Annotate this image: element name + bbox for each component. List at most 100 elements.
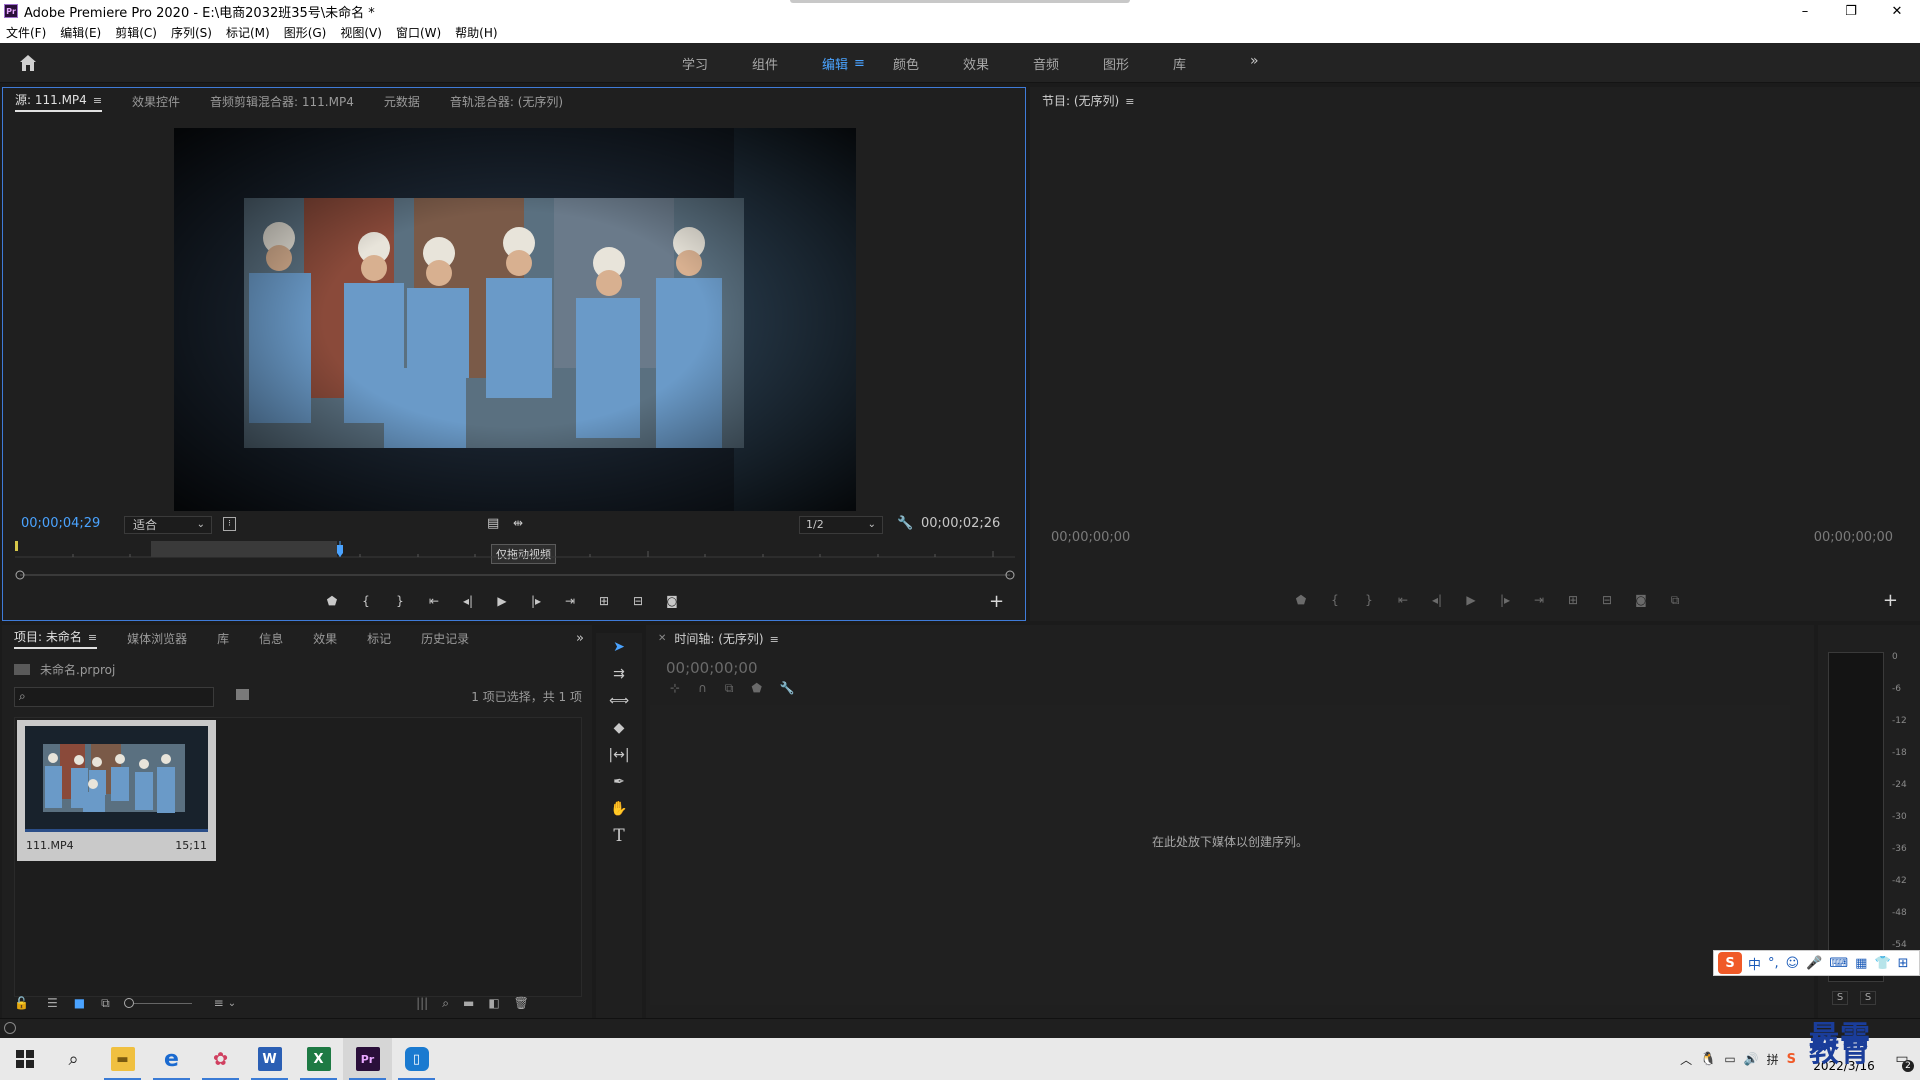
- menu-file[interactable]: 文件(F): [6, 24, 46, 41]
- button-editor-add[interactable]: +: [989, 591, 1004, 612]
- ime-punctuation-icon[interactable]: °,: [1768, 956, 1779, 971]
- extract-icon[interactable]: ⊟: [1597, 592, 1617, 608]
- ripple-edit-tool-icon[interactable]: ⟺: [596, 687, 642, 714]
- workspace-tab-effects[interactable]: 效果: [941, 54, 1011, 73]
- panel-menu-icon[interactable]: ≡: [1125, 95, 1134, 108]
- step-back-icon[interactable]: ◂|: [1427, 592, 1447, 608]
- ime-toolbar[interactable]: S 中 °, ☺ 🎤 ⌨ ▦ 👕 ⊞: [1713, 950, 1920, 976]
- menu-view[interactable]: 视图(V): [340, 24, 382, 41]
- workspace-tab-libraries[interactable]: 库: [1151, 54, 1208, 73]
- find-icon[interactable]: ⌕: [442, 996, 449, 1011]
- wrench-icon[interactable]: 🔧: [780, 681, 795, 696]
- home-icon[interactable]: [18, 53, 38, 73]
- film-icon[interactable]: ▤: [487, 516, 499, 531]
- type-tool-icon[interactable]: T: [596, 822, 642, 849]
- tab-effects[interactable]: 效果: [313, 630, 337, 647]
- tab-media-browser[interactable]: 媒体浏览器: [127, 630, 187, 647]
- panel-overflow-button[interactable]: »: [576, 631, 584, 646]
- solo-left-button[interactable]: S: [1832, 991, 1848, 1005]
- zoom-slider[interactable]: [123, 998, 194, 1008]
- tab-timeline[interactable]: 时间轴: (无序列) ≡: [674, 630, 778, 647]
- mark-out-icon[interactable]: }: [1359, 592, 1379, 608]
- network-icon[interactable]: ▭: [1724, 1052, 1735, 1066]
- lift-icon[interactable]: ⊞: [1563, 592, 1583, 608]
- ime-keyboard-icon[interactable]: ⌨: [1829, 956, 1848, 971]
- program-timecode-left[interactable]: 00;00;00;00: [1051, 530, 1130, 545]
- tab-libraries[interactable]: 库: [217, 630, 229, 647]
- menu-sequence[interactable]: 序列(S): [171, 24, 212, 41]
- selection-tool-icon[interactable]: ➤: [596, 633, 642, 660]
- menu-graphics[interactable]: 图形(G): [284, 24, 327, 41]
- camera-icon[interactable]: ◙: [1631, 592, 1651, 608]
- tray-overflow-icon[interactable]: ︿: [1680, 1051, 1692, 1068]
- sogou-logo-icon[interactable]: S: [1718, 952, 1742, 974]
- zoom-fit-select[interactable]: 适合 ⌄: [124, 516, 212, 534]
- mark-out-icon[interactable]: }: [390, 593, 410, 609]
- timeline-drop-area[interactable]: [650, 705, 1790, 1005]
- zoom-slider-thumb[interactable]: [123, 998, 134, 1008]
- automate-to-sequence-icon[interactable]: |||: [416, 996, 428, 1010]
- track-select-tool-icon[interactable]: ⇉: [596, 660, 642, 687]
- go-to-out-icon[interactable]: ⇥: [1529, 592, 1549, 608]
- nest-icon[interactable]: ⊹: [670, 681, 680, 696]
- list-view-icon[interactable]: ☰: [47, 996, 58, 1010]
- workspace-menu-icon[interactable]: ≡: [854, 56, 865, 71]
- ime-menu-icon[interactable]: ⊞: [1898, 956, 1909, 971]
- step-forward-icon[interactable]: |▸: [1495, 592, 1515, 608]
- tab-info[interactable]: 信息: [259, 630, 283, 647]
- workspace-tab-graphics[interactable]: 图形: [1081, 54, 1151, 73]
- menu-clip[interactable]: 剪辑(C): [115, 24, 157, 41]
- razor-tool-icon[interactable]: ◆: [596, 714, 642, 741]
- title-drag-handle[interactable]: [790, 0, 1130, 3]
- ime-emoji-icon[interactable]: ☺: [1786, 956, 1800, 971]
- ime-chinese-mode[interactable]: 中: [1748, 954, 1761, 973]
- slip-tool-icon[interactable]: |↔|: [596, 741, 642, 768]
- volume-icon[interactable]: 🔊: [1744, 1052, 1759, 1066]
- linked-selection-icon[interactable]: ⧉: [725, 681, 734, 696]
- freeform-view-icon[interactable]: ⧉: [101, 996, 110, 1011]
- workspace-tab-learn[interactable]: 学习: [660, 54, 730, 73]
- new-bin-icon[interactable]: ▬: [463, 996, 474, 1010]
- mark-in-icon[interactable]: {: [356, 593, 376, 609]
- minimize-button[interactable]: –: [1782, 0, 1828, 22]
- hand-tool-icon[interactable]: ✋: [596, 795, 642, 822]
- ime-tray-icon[interactable]: 拼: [1767, 1051, 1779, 1068]
- tab-project[interactable]: 项目: 未命名 ≡: [14, 628, 98, 649]
- taskbar-search-button[interactable]: ⌕: [49, 1038, 98, 1080]
- step-back-icon[interactable]: ◂|: [458, 593, 478, 609]
- menu-edit[interactable]: 编辑(E): [60, 24, 101, 41]
- project-bin-area[interactable]: 111.MP4 15;11: [14, 717, 582, 997]
- tab-markers[interactable]: 标记: [367, 630, 391, 647]
- play-icon[interactable]: ▶: [1461, 592, 1481, 608]
- sogou-tray-icon[interactable]: S: [1787, 1052, 1796, 1067]
- mark-in-icon[interactable]: {: [1325, 592, 1345, 608]
- panel-menu-icon[interactable]: ≡: [93, 94, 102, 107]
- qq-icon[interactable]: 🐧: [1700, 1052, 1716, 1067]
- insert-clip-icon[interactable]: ⁝: [223, 517, 236, 531]
- compare-icon[interactable]: ⧉: [1665, 592, 1685, 608]
- notification-icon[interactable]: ▭ 2: [1884, 1038, 1920, 1080]
- ime-skin-icon[interactable]: 👕: [1874, 956, 1890, 971]
- timeline-timecode[interactable]: 00;00;00;00: [666, 659, 758, 677]
- waveform-icon[interactable]: ⇹: [513, 516, 523, 530]
- zoom-scrollbar-track[interactable]: [15, 568, 1015, 582]
- project-item-111mp4[interactable]: 111.MP4 15;11: [17, 720, 216, 861]
- go-to-out-icon[interactable]: ⇥: [560, 593, 580, 609]
- snap-icon[interactable]: ∩: [698, 681, 707, 696]
- tab-audio-clip-mixer[interactable]: 音频剪辑混合器: 111.MP4: [210, 93, 354, 110]
- menu-help[interactable]: 帮助(H): [455, 24, 497, 41]
- restore-button[interactable]: ❐: [1828, 0, 1874, 22]
- go-to-in-icon[interactable]: ⇤: [1393, 592, 1413, 608]
- taskbar-app-paint[interactable]: ✿: [196, 1038, 245, 1080]
- overwrite-icon[interactable]: ⊟: [628, 593, 648, 609]
- tab-metadata[interactable]: 元数据: [384, 93, 420, 110]
- close-icon[interactable]: ✕: [658, 633, 666, 644]
- step-forward-icon[interactable]: |▸: [526, 593, 546, 609]
- panel-menu-icon[interactable]: ≡: [88, 631, 97, 644]
- solo-right-button[interactable]: S: [1860, 991, 1876, 1005]
- playback-resolution-select[interactable]: 1/2 ⌄: [799, 516, 883, 534]
- status-icon[interactable]: [4, 1022, 16, 1034]
- go-to-in-icon[interactable]: ⇤: [424, 593, 444, 609]
- source-current-timecode[interactable]: 00;00;04;29: [21, 516, 100, 531]
- start-button[interactable]: [0, 1038, 49, 1080]
